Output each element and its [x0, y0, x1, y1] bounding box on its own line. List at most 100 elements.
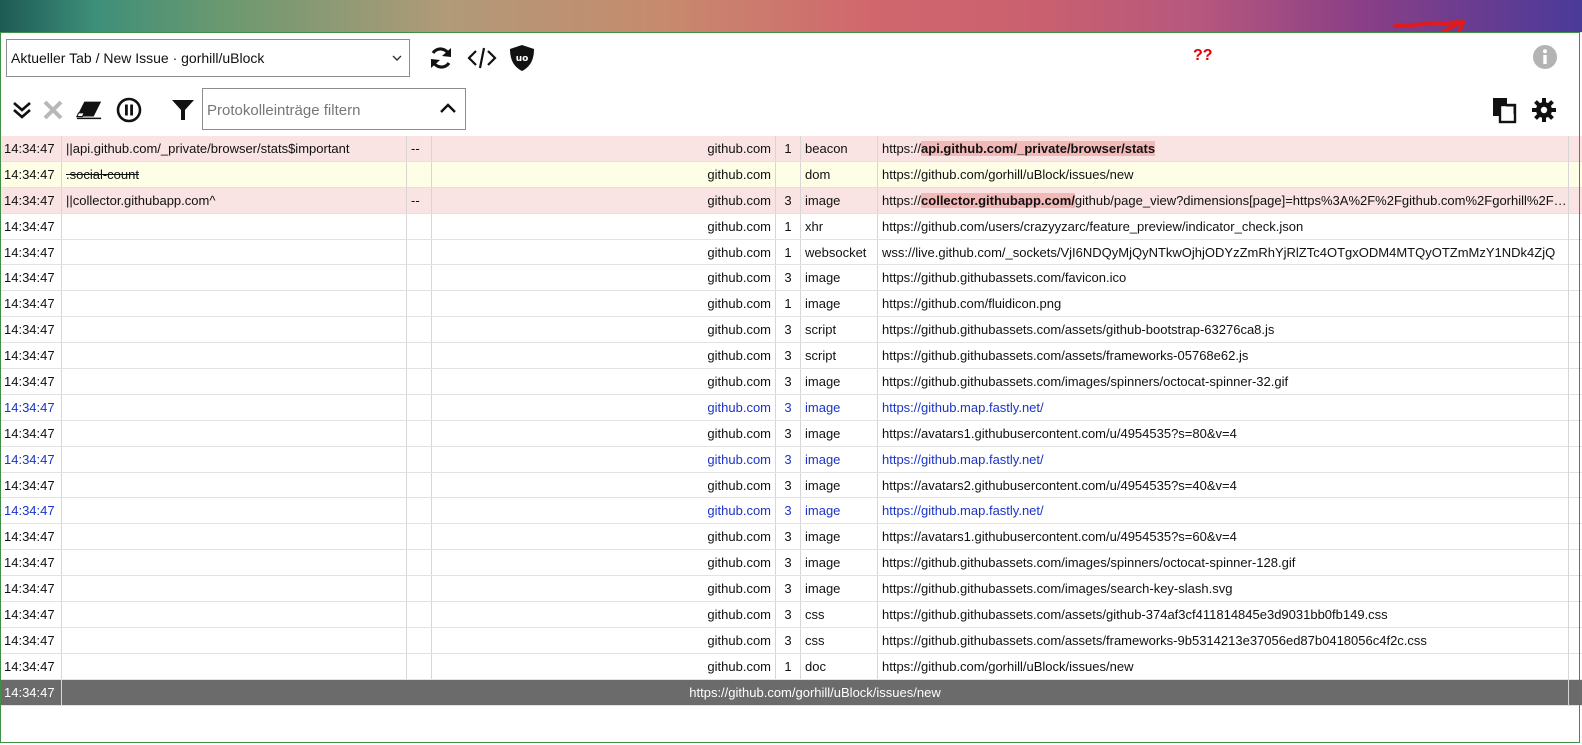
log-row[interactable]: 14:34:47 github.com 3 image https://avatars1…: [0, 420, 1582, 447]
log-url[interactable]: https://github.githubassets.com/images/s…: [878, 550, 1568, 575]
tab-selector[interactable]: Aktueller Tab / New Issue · gorhill/uBlo…: [6, 39, 410, 77]
log-filter: [62, 394, 407, 420]
log-row[interactable]: 14:34:47 .social-count github.com dom https:…: [0, 161, 1582, 188]
log-url[interactable]: https://github.map.fastly.net/: [878, 498, 1568, 523]
log-filter: [62, 343, 407, 369]
document-time: 14:34:47: [0, 679, 62, 705]
log-time: 14:34:47: [0, 576, 62, 602]
log-row[interactable]: 14:34:47 github.com 3 script https://github.…: [0, 317, 1582, 344]
settings-button[interactable]: [1530, 96, 1558, 124]
log-url[interactable]: https://avatars1.githubusercontent.com/u…: [878, 421, 1568, 446]
log-time: 14:34:47: [0, 498, 62, 524]
log-party: 1: [776, 213, 801, 239]
log-url[interactable]: https://github.com/users/crazyyzarc/feat…: [878, 214, 1568, 239]
log-row[interactable]: 14:34:47 ||api.github.com/_private/browse…: [0, 136, 1582, 162]
document-row[interactable]: 14:34:47 https://github.com/gorhill/uBloc…: [0, 679, 1582, 706]
reload-icon: [431, 47, 451, 69]
log-context: github.com: [432, 265, 776, 291]
log-url[interactable]: wss://live.github.com/_sockets/VjI6NDQyM…: [878, 240, 1568, 265]
log-party: 3: [776, 420, 801, 446]
log-result: [407, 446, 432, 472]
log-url[interactable]: https://github.githubassets.com/images/s…: [878, 369, 1568, 394]
log-url-text: https://avatars1.githubusercontent.com/u…: [882, 425, 1237, 441]
reload-button[interactable]: [426, 43, 456, 73]
log-result: [407, 369, 432, 394]
log-time: 14:34:47: [0, 472, 62, 498]
log-party: 1: [776, 291, 801, 317]
log-url[interactable]: https://avatars1.githubusercontent.com/u…: [878, 524, 1568, 549]
log-result: [407, 291, 432, 317]
copy-button[interactable]: [1490, 96, 1518, 124]
log-row[interactable]: 14:34:47 github.com 1 doc https://github.com…: [0, 653, 1582, 680]
dom-inspector-button[interactable]: [467, 43, 497, 73]
log-party: 3: [776, 524, 801, 550]
log-url[interactable]: https://avatars2.githubusercontent.com/u…: [878, 473, 1568, 498]
log-filter: .social-count: [62, 161, 407, 187]
log-row[interactable]: 14:34:47 github.com 3 image https://github.g…: [0, 550, 1582, 577]
log-context: github.com: [432, 161, 776, 187]
double-chevron-down-icon: [13, 102, 31, 119]
log-context: github.com: [432, 317, 776, 343]
log-context: github.com: [432, 187, 776, 213]
log-row[interactable]: 14:34:47 github.com 3 image https://github.g…: [0, 265, 1582, 292]
eraser-icon: [75, 101, 102, 120]
log-time: 14:34:47: [0, 550, 62, 576]
chevron-up-icon[interactable]: [439, 101, 457, 115]
log-type: image: [801, 291, 878, 317]
log-time: 14:34:47: [0, 187, 62, 213]
log-context: github.com: [432, 369, 776, 394]
log-url[interactable]: https://github.githubassets.com/assets/f…: [878, 628, 1568, 653]
log-time: 14:34:47: [0, 239, 62, 265]
log-row[interactable]: 14:34:47 github.com 3 script https://github.…: [0, 343, 1582, 370]
log-time: 14:34:47: [0, 161, 62, 187]
log-result: [407, 420, 432, 446]
log-row[interactable]: 14:34:47 github.com 3 css https://github.git…: [0, 627, 1582, 654]
log-party: 3: [776, 472, 801, 498]
ublock-dashboard-button[interactable]: uo: [507, 43, 537, 73]
log-url[interactable]: https://github.com/gorhill/uBlock/issues…: [878, 654, 1568, 679]
log-url[interactable]: https://collector.githubapp.com/github/p…: [878, 188, 1568, 213]
log-url[interactable]: https://github.map.fastly.net/: [878, 395, 1568, 420]
log-url-text: wss://live.github.com/_sockets/VjI6NDQyM…: [882, 244, 1556, 260]
clear-log-button[interactable]: [75, 96, 103, 124]
filter-toggle-button[interactable]: [169, 96, 197, 124]
log-url[interactable]: https://github.com/gorhill/uBlock/issues…: [878, 162, 1568, 187]
log-row[interactable]: 14:34:47 github.com 3 image https://github.m…: [0, 394, 1582, 421]
log-context: github.com: [432, 550, 776, 576]
log-party: 1: [776, 239, 801, 265]
log-row[interactable]: 14:34:47 github.com 1 image https://github.c…: [0, 291, 1582, 318]
log-row[interactable]: 14:34:47 github.com 3 image https://github.g…: [0, 369, 1582, 395]
log-row[interactable]: 14:34:47 github.com 1 xhr https://github.com…: [0, 213, 1582, 240]
log-url[interactable]: https://github.githubassets.com/images/s…: [878, 576, 1568, 601]
log-url[interactable]: https://github.githubassets.com/assets/f…: [878, 343, 1568, 368]
log-url[interactable]: https://github.com/fluidicon.png: [878, 291, 1568, 316]
log-row[interactable]: 14:34:47 github.com 3 image https://avatars1…: [0, 524, 1582, 551]
log-context: github.com: [432, 136, 776, 161]
log-result: [407, 524, 432, 550]
log-row[interactable]: 14:34:47 github.com 3 image https://avatars2…: [0, 472, 1582, 499]
log-type: dom: [801, 161, 878, 187]
gear-icon: [1532, 98, 1556, 122]
log-row[interactable]: 14:34:47 github.com 3 image https://github.m…: [0, 498, 1582, 525]
log-filter-input[interactable]: [205, 89, 435, 131]
log-context: github.com: [432, 420, 776, 446]
log-filter: [62, 446, 407, 472]
table-right-border: [1568, 136, 1569, 706]
log-row[interactable]: 14:34:47 github.com 3 image https://github.m…: [0, 446, 1582, 473]
expand-all-button[interactable]: [8, 96, 36, 124]
log-url-highlight: api.github.com/_private/browser/stats: [921, 141, 1156, 156]
log-filter: [62, 213, 407, 239]
log-row[interactable]: 14:34:47 github.com 3 css https://github.git…: [0, 602, 1582, 628]
log-row[interactable]: 14:34:47 github.com 1 websocket wss://live.g…: [0, 239, 1582, 266]
remove-entries-button[interactable]: [39, 96, 67, 124]
log-row[interactable]: 14:34:47 ||collector.githubapp.com^ -- gith…: [0, 187, 1582, 214]
log-party: 3: [776, 550, 801, 576]
log-url[interactable]: https://github.map.fastly.net/: [878, 447, 1568, 472]
log-url[interactable]: https://github.githubassets.com/assets/g…: [878, 317, 1568, 342]
info-icon[interactable]: [1532, 44, 1558, 70]
log-url[interactable]: https://api.github.com/_private/browser/…: [878, 136, 1568, 161]
log-url[interactable]: https://github.githubassets.com/favicon.…: [878, 265, 1568, 290]
log-row[interactable]: 14:34:47 github.com 3 image https://github.g…: [0, 576, 1582, 603]
pause-button[interactable]: [115, 96, 143, 124]
log-url[interactable]: https://github.githubassets.com/assets/g…: [878, 602, 1568, 627]
